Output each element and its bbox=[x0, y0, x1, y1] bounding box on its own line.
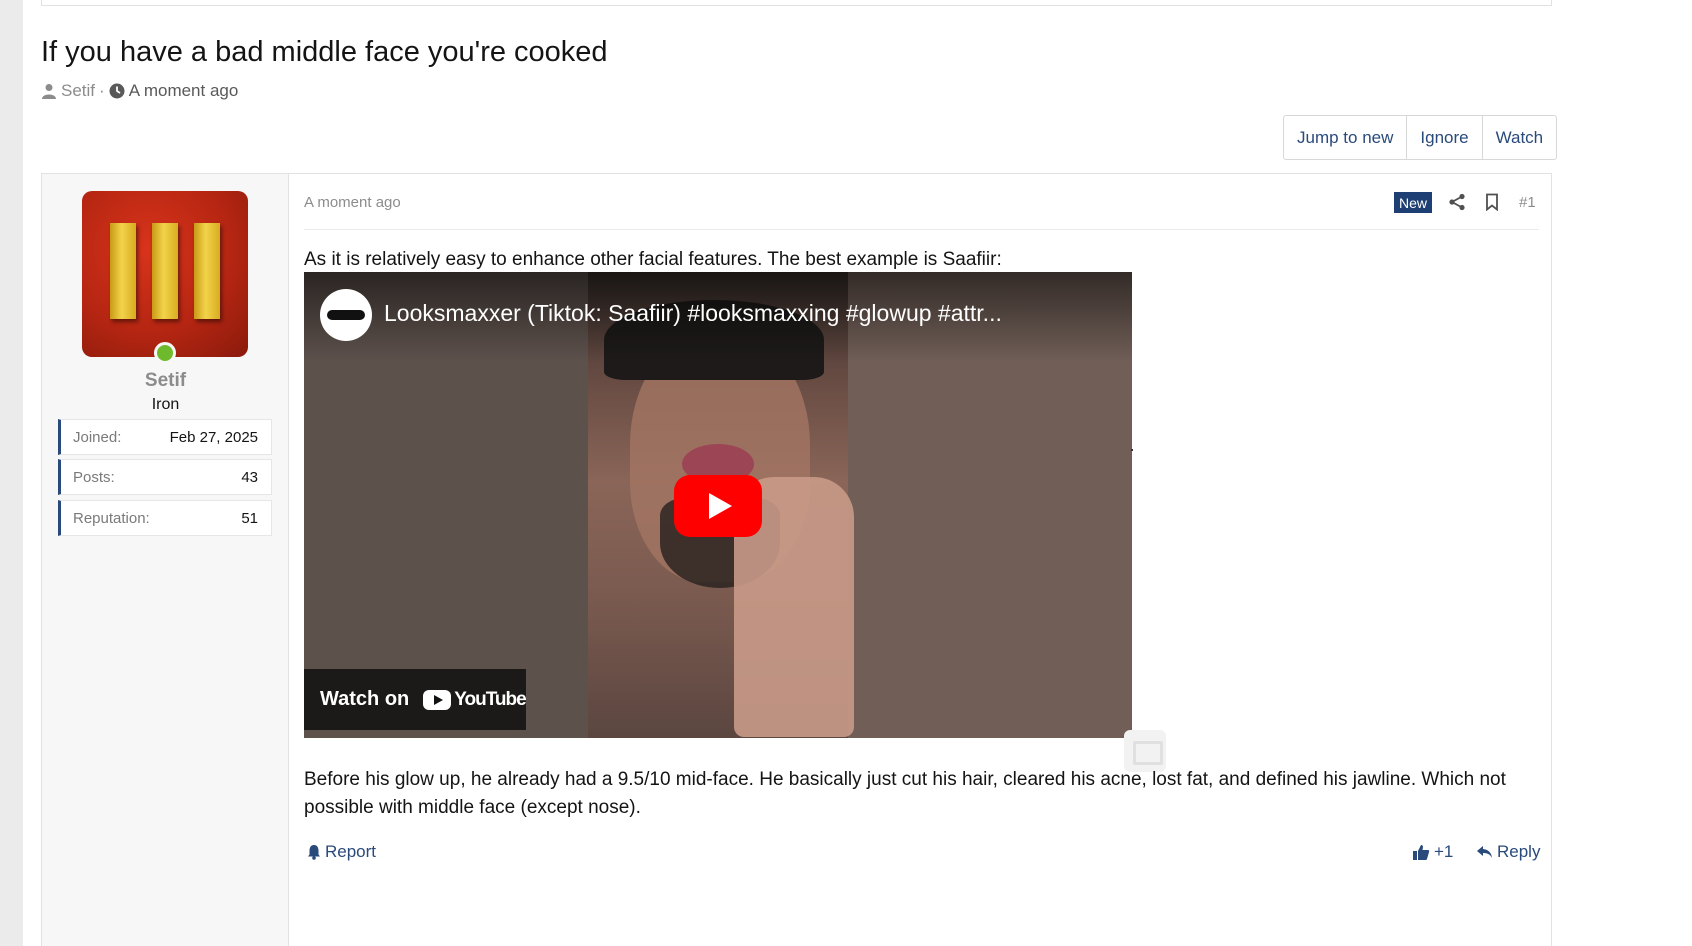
thread-actions: Jump to new Ignore Watch bbox=[1283, 115, 1558, 160]
post-paragraph-1: As it is relatively easy to enhance othe… bbox=[304, 249, 1002, 270]
thread-time[interactable]: A moment ago bbox=[129, 81, 239, 101]
video-title[interactable]: Looksmaxxer (Tiktok: Saafiir) #looksmaxx… bbox=[384, 300, 1002, 327]
post-paragraph-2-line-2: possible with middle face (except nose). bbox=[304, 797, 641, 818]
reply-label: Reply bbox=[1497, 842, 1541, 861]
thread-meta: Setif · A moment ago bbox=[41, 81, 238, 101]
bookmark-icon[interactable] bbox=[1483, 193, 1501, 211]
reaction-count: +1 bbox=[1434, 842, 1454, 861]
post-paragraph-2-line-1: Before his glow up, he already had a 9.5… bbox=[304, 769, 1506, 790]
watch-on-label: Watch on bbox=[320, 688, 410, 710]
stat-label: Posts: bbox=[73, 468, 115, 486]
avatar[interactable] bbox=[82, 191, 248, 357]
gold-bar-2 bbox=[152, 223, 178, 319]
text-dot bbox=[1131, 449, 1133, 451]
post-number[interactable]: #1 bbox=[1519, 194, 1536, 211]
report-label: Report bbox=[325, 842, 377, 861]
stat-label: Reputation: bbox=[73, 509, 150, 527]
thread-author[interactable]: Setif bbox=[61, 81, 95, 101]
stat-reputation: Reputation: 51 bbox=[58, 500, 272, 536]
play-button[interactable] bbox=[674, 475, 762, 537]
page-gutter bbox=[0, 0, 23, 946]
reply-button[interactable]: Reply bbox=[1476, 842, 1540, 862]
meta-separator: · bbox=[99, 81, 105, 100]
stat-value: Feb 27, 2025 bbox=[169, 428, 258, 446]
youtube-logo: YouTube bbox=[423, 688, 527, 711]
user-icon bbox=[42, 84, 56, 99]
channel-logo[interactable] bbox=[320, 289, 372, 341]
stat-value: 43 bbox=[241, 468, 258, 486]
online-status-indicator bbox=[154, 342, 176, 364]
user-cell: Setif Iron Joined: Feb 27, 2025 Posts: 4… bbox=[42, 174, 289, 946]
youtube-embed[interactable]: Looksmaxxer (Tiktok: Saafiir) #looksmaxx… bbox=[304, 272, 1132, 738]
jump-to-new-button[interactable]: Jump to new bbox=[1284, 116, 1406, 159]
gold-bar-3 bbox=[194, 223, 220, 319]
post: Setif Iron Joined: Feb 27, 2025 Posts: 4… bbox=[41, 173, 1552, 946]
user-name[interactable]: Setif bbox=[42, 370, 289, 392]
bell-icon bbox=[308, 845, 320, 860]
watch-button[interactable]: Watch bbox=[1481, 116, 1557, 159]
ignore-button[interactable]: Ignore bbox=[1406, 116, 1481, 159]
share-icon[interactable] bbox=[1448, 193, 1466, 211]
like-button[interactable]: +1 bbox=[1412, 842, 1453, 862]
page-title: If you have a bad middle face you're coo… bbox=[41, 36, 608, 68]
stat-posts: Posts: 43 bbox=[58, 459, 272, 495]
post-time[interactable]: A moment ago bbox=[304, 194, 401, 211]
new-badge: New bbox=[1394, 192, 1433, 213]
post-header-divider bbox=[304, 229, 1539, 230]
reply-icon bbox=[1477, 845, 1492, 858]
top-block-edge bbox=[41, 0, 1552, 6]
stat-label: Joined: bbox=[73, 428, 122, 446]
youtube-play-icon bbox=[423, 689, 452, 710]
gold-bar-1 bbox=[110, 223, 136, 319]
stat-joined: Joined: Feb 27, 2025 bbox=[58, 419, 272, 455]
watch-on-youtube-button[interactable]: Watch on YouTube bbox=[304, 669, 527, 730]
stat-value: 51 bbox=[241, 509, 258, 527]
clock-icon bbox=[109, 83, 125, 99]
report-button[interactable]: Report bbox=[307, 842, 376, 862]
user-title: Iron bbox=[151, 396, 180, 413]
youtube-wordmark: YouTube bbox=[454, 688, 526, 710]
thumbs-up-icon bbox=[1413, 845, 1430, 860]
